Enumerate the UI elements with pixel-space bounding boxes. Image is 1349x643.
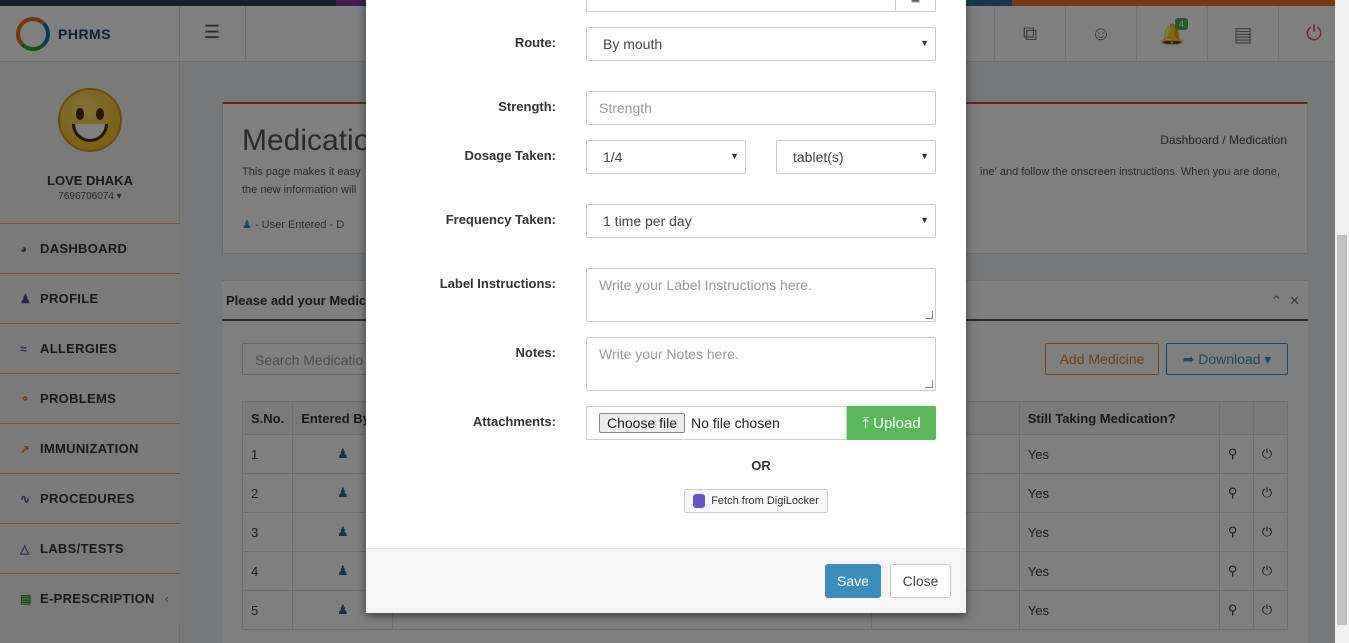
dosage-unit-value: tablet(s) xyxy=(793,149,844,165)
route-label: Route: xyxy=(514,35,556,50)
caret-down-icon: ▼ xyxy=(920,151,929,161)
notes-textarea[interactable]: Write your Notes here. xyxy=(586,337,936,391)
file-input[interactable]: Choose file No file chosen xyxy=(586,406,847,440)
upload-icon: ⤒ xyxy=(862,414,874,432)
close-button[interactable]: Close xyxy=(890,564,951,598)
dosage-value: 1/4 xyxy=(603,149,623,165)
attachments-label: Attachments: xyxy=(472,414,556,429)
label-instructions-label: Label Instructions: xyxy=(439,276,556,291)
resize-handle-icon[interactable] xyxy=(925,380,933,388)
dosage-unit-select[interactable]: tablet(s) ▼ xyxy=(776,140,936,174)
fetch-digilocker-button[interactable]: Fetch from DigiLocker xyxy=(684,489,828,513)
frequency-select[interactable]: 1 time per day ▼ xyxy=(586,204,936,238)
strength-input[interactable]: Strength xyxy=(586,91,936,125)
file-status: No file chosen xyxy=(691,415,780,431)
choose-file-button[interactable]: Choose file xyxy=(599,413,686,433)
notes-placeholder: Write your Notes here. xyxy=(599,346,739,362)
dosage-label: Dosage Taken: xyxy=(464,148,556,163)
upload-label: Upload xyxy=(873,414,921,432)
digilocker-label: Fetch from DigiLocker xyxy=(711,495,819,507)
dosage-select[interactable]: 1/4 ▼ xyxy=(586,140,746,174)
label-instructions-textarea[interactable]: Write your Label Instructions here. xyxy=(586,268,936,322)
save-button[interactable]: Save xyxy=(825,564,881,598)
caret-down-icon: ▼ xyxy=(920,215,929,225)
route-select[interactable]: By mouth ▼ xyxy=(586,27,936,61)
modal-body: ▦ Route: By mouth ▼ Strength: Strength Do… xyxy=(366,0,966,548)
frequency-label: Frequency Taken: xyxy=(445,212,556,227)
caret-down-icon: ▼ xyxy=(730,151,739,161)
notes-label: Notes: xyxy=(515,345,556,360)
strength-label: Strength: xyxy=(498,99,556,114)
label-instructions-placeholder: Write your Label Instructions here. xyxy=(599,277,812,293)
caret-down-icon: ▼ xyxy=(920,38,929,48)
calendar-icon[interactable]: ▦ xyxy=(895,0,935,11)
upload-button[interactable]: ⤒ Upload xyxy=(847,406,936,440)
add-medication-modal: ▦ Route: By mouth ▼ Strength: Strength Do… xyxy=(366,0,966,613)
date-field[interactable]: ▦ xyxy=(586,0,936,12)
frequency-value: 1 time per day xyxy=(603,213,692,229)
scrollbar[interactable] xyxy=(1335,0,1349,643)
route-value: By mouth xyxy=(603,36,663,52)
digilocker-icon xyxy=(693,494,706,508)
resize-handle-icon[interactable] xyxy=(925,311,933,319)
scrollbar-thumb[interactable] xyxy=(1337,235,1347,625)
or-divider: OR xyxy=(751,458,771,473)
